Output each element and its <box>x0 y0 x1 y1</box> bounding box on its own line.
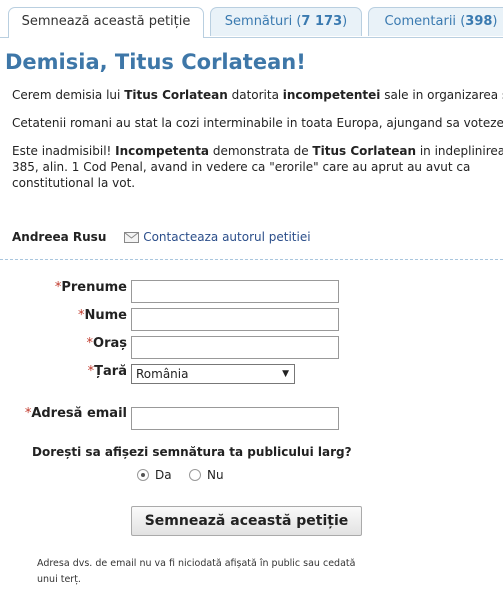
signatures-count: 7 173 <box>301 14 343 29</box>
p3-name: Titus Corlatean <box>312 144 417 158</box>
sign-petition-button[interactable]: Semnează această petiție <box>131 506 362 536</box>
country-label: *Țară <box>88 364 127 379</box>
envelope-icon <box>124 232 140 246</box>
author-name: Andreea Rusu <box>12 230 107 244</box>
p1-text-a: Cerem demisia lui <box>12 88 125 102</box>
country-select[interactable]: România ▼ <box>131 364 295 384</box>
city-label-text: Oraș <box>93 336 127 351</box>
first-name-input[interactable] <box>131 280 339 303</box>
triangle-down-icon: ▼ <box>282 369 289 379</box>
petition-paragraph-3-line-3: constitutional la vot. <box>12 176 136 190</box>
tab-comments[interactable]: Comentarii (398) <box>368 7 503 36</box>
radio-option-yes[interactable]: Da <box>137 468 172 482</box>
p3-text-a: Este inadmisibil! <box>12 144 116 158</box>
first-name-label: *Prenume <box>55 280 127 295</box>
p1-text-e: sale in organizarea se <box>380 88 503 102</box>
tab-sign-label: Semnează această petiție <box>21 14 191 29</box>
radio-yes-label: Da <box>155 468 172 482</box>
petition-paragraph-3-line-2: 385, alin. 1 Cod Penal, avand in vedere … <box>12 160 471 174</box>
radio-option-no[interactable]: Nu <box>189 468 224 482</box>
tab-comments-label: Comentarii <box>384 14 457 29</box>
tab-signatures[interactable]: Semnături (7 173) <box>210 7 362 36</box>
p1-incompetence: incompetentei <box>282 88 381 102</box>
last-name-label-text: Nume <box>84 308 128 323</box>
tab-bar: Semnează această petiție Semnături (7 17… <box>0 0 503 38</box>
p1-name: Titus Corlatean <box>124 88 228 102</box>
p1-text-c: datorita <box>227 88 283 102</box>
email-input[interactable] <box>131 407 339 430</box>
radio-yes-icon[interactable] <box>137 469 149 481</box>
section-divider <box>0 259 503 260</box>
petition-paragraph-1: Cerem demisia lui Titus Corlatean datori… <box>12 87 503 103</box>
last-name-label: *Nume <box>78 308 127 323</box>
city-input[interactable] <box>131 336 339 359</box>
petition-title: Demisia, Titus Corlatean! <box>5 50 306 74</box>
tab-sign-petition[interactable]: Semnează această petiție <box>8 7 204 38</box>
public-display-question: Dorești sa afișezi semnătura ta publicul… <box>32 445 352 459</box>
p3-text-c: demonstrata de <box>209 144 313 158</box>
p3-text-e: in indeplinirea <box>416 144 503 158</box>
country-select-value: România <box>136 367 189 381</box>
comments-count: 398 <box>465 14 493 29</box>
radio-no-label: Nu <box>207 468 224 482</box>
email-label-text: Adresă email <box>31 406 127 421</box>
country-label-text: Țară <box>94 364 127 379</box>
p3-incompetence: Incompetenta <box>115 144 210 158</box>
radio-no-icon[interactable] <box>189 469 201 481</box>
author-row: Andreea Rusu Contacteaza autorul petitie… <box>12 230 311 244</box>
email-label: *Adresă email <box>25 406 127 421</box>
petition-paragraph-2: Cetatenii romani au stat la cozi intermi… <box>12 116 503 130</box>
contact-author-link[interactable]: Contacteaza autorul petitiei <box>143 230 310 244</box>
last-name-input[interactable] <box>131 308 339 331</box>
email-privacy-note: Adresa dvs. de email nu va fi niciodată … <box>37 558 356 585</box>
first-name-label-text: Prenume <box>61 280 127 295</box>
petition-paragraph-3-line-1: Este inadmisibil! Incompetenta demonstra… <box>12 143 503 159</box>
tab-signatures-label: Semnături <box>224 14 293 29</box>
city-label: *Oraș <box>87 336 127 351</box>
